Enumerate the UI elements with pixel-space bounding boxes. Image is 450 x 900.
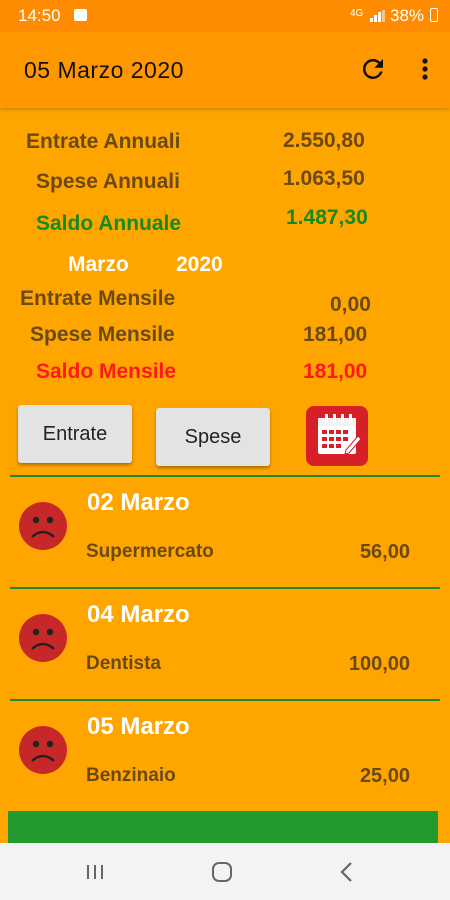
entry-description: Benzinaio — [86, 765, 176, 786]
sad-face-icon — [19, 502, 67, 550]
sad-face-icon — [19, 726, 67, 774]
entry-amount: 56,00 — [359, 541, 410, 563]
monthly-balance-label: Saldo Mensile — [36, 360, 177, 383]
refresh-icon[interactable] — [358, 54, 388, 84]
month-label: Marzo — [68, 253, 129, 276]
battery-icon — [430, 8, 438, 22]
annual-balance-label: Saldo Annuale — [36, 212, 182, 235]
annual-expense-value: 1.063,50 — [283, 167, 365, 190]
sad-face-icon — [19, 614, 67, 662]
entry-amount: 100,00 — [348, 653, 410, 675]
entry-date: 04 Marzo — [87, 601, 190, 628]
annual-income-label: Entrate Annuali — [26, 130, 181, 153]
signal-label: 4G — [350, 8, 364, 19]
divider — [10, 475, 440, 477]
entry-date: 05 Marzo — [87, 713, 190, 740]
entry-amount: 25,00 — [359, 765, 410, 787]
home-icon[interactable] — [211, 861, 233, 883]
year-label: 2020 — [176, 253, 223, 276]
status-bar: 14:50 4G 38% — [0, 0, 450, 32]
annual-income-value: 2.550,80 — [283, 129, 365, 152]
monthly-income-value: 0,00 — [330, 293, 371, 316]
monthly-expense-value: 181,00 — [303, 323, 368, 346]
annual-expense-label: Spese Annuali — [36, 170, 180, 193]
calendar-button[interactable] — [306, 406, 368, 466]
bottom-banner — [8, 811, 438, 843]
monthly-expense-label: Spese Mensile — [30, 323, 175, 346]
page-title: 05 Marzo 2020 — [24, 57, 184, 83]
divider — [10, 587, 440, 589]
system-nav-bar — [0, 843, 450, 900]
entry-description: Dentista — [86, 653, 161, 674]
annual-balance-value: 1.487,30 — [286, 206, 368, 229]
divider — [10, 699, 440, 701]
expense-button[interactable]: Spese — [156, 408, 270, 466]
status-time: 14:50 — [18, 6, 61, 25]
monthly-income-label: Entrate Mensile — [20, 287, 176, 310]
income-button[interactable]: Entrate — [18, 405, 132, 463]
back-icon[interactable] — [338, 861, 356, 883]
monthly-balance-value: 181,00 — [303, 360, 368, 383]
more-vert-icon[interactable] — [414, 54, 436, 84]
signal-icon — [370, 10, 385, 22]
recents-icon[interactable] — [84, 863, 106, 881]
calendar-icon — [318, 414, 362, 455]
notification-icon — [74, 9, 87, 21]
entry-description: Supermercato — [86, 541, 214, 562]
battery-percent: 38% — [390, 6, 425, 25]
entry-date: 02 Marzo — [87, 489, 190, 516]
app-bar: 05 Marzo 2020 — [0, 32, 450, 108]
